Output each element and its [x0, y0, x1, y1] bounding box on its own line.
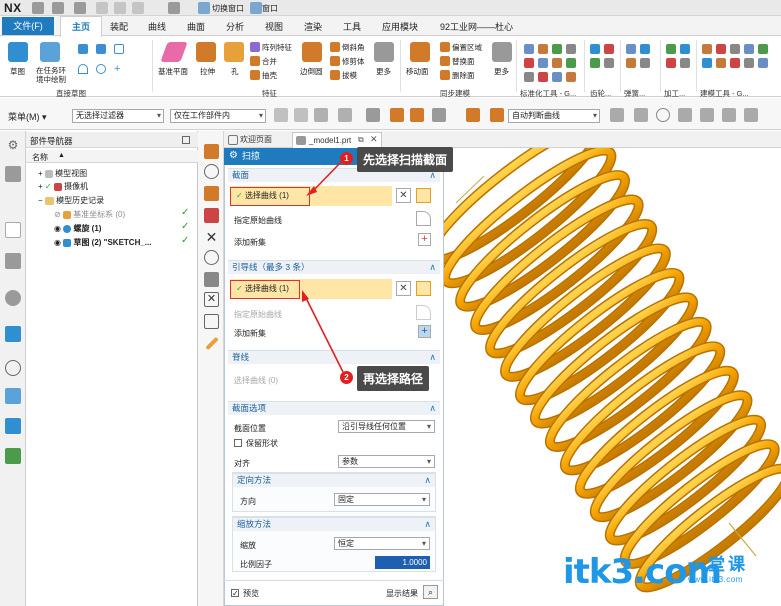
- watermark-cn: 一堂课: [688, 555, 748, 574]
- watermark-url: www.itk3.com: [688, 575, 743, 584]
- step-badge-2: 2: [340, 371, 353, 384]
- step-badge-1: 1: [340, 152, 353, 165]
- annotation-arrows: [302, 159, 344, 373]
- annotation-box-1: [230, 187, 310, 206]
- step-callout-1: 先选择扫描截面: [357, 147, 454, 172]
- step-callout-2: 再选择路径: [357, 366, 430, 391]
- annotation-box-2: [230, 280, 300, 299]
